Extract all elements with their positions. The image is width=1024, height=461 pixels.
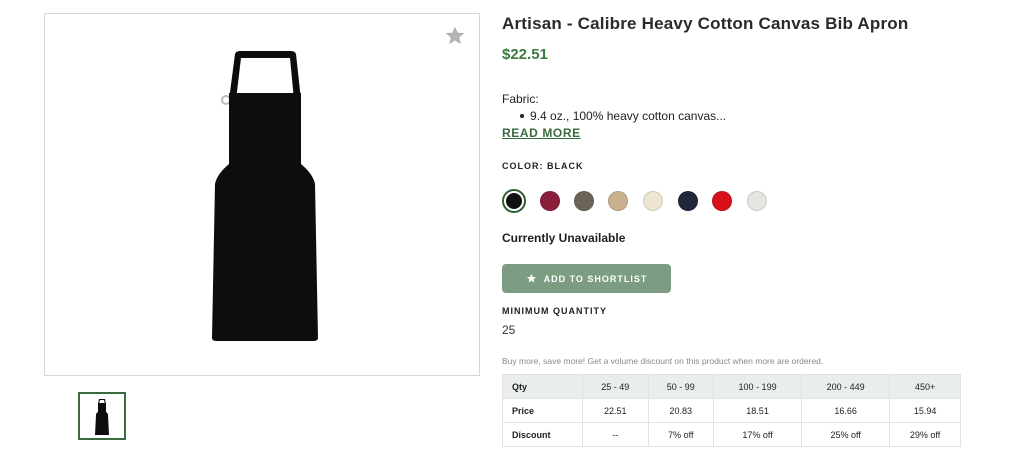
product-main-image[interactable]	[44, 13, 480, 376]
minimum-quantity-value: 25	[502, 323, 516, 337]
table-row-qty: Qty 25 - 49 50 - 99 100 - 199 200 - 449 …	[502, 374, 961, 399]
fabric-bullet-text: 9.4 oz., 100% heavy cotton canvas...	[530, 109, 727, 123]
table-cell: 29% off	[889, 422, 961, 447]
swatch-navy[interactable]	[678, 191, 698, 211]
table-cell: 22.51	[582, 398, 649, 423]
product-thumbnail[interactable]	[78, 392, 126, 440]
fabric-label: Fabric:	[502, 92, 539, 106]
table-cell: 7% off	[647, 422, 715, 447]
color-label: COLOR: BLACK	[502, 161, 584, 171]
star-icon	[526, 273, 536, 283]
table-cell: Discount	[502, 422, 583, 447]
swatch-red[interactable]	[712, 191, 732, 211]
table-cell: 450+	[889, 374, 961, 399]
table-cell: 200 - 449	[801, 374, 891, 399]
table-cell: 18.51	[713, 398, 803, 423]
apron-image	[212, 51, 318, 341]
table-cell: 100 - 199	[713, 374, 803, 399]
volume-discount-note: Buy more, save more! Get a volume discou…	[502, 356, 824, 366]
table-cell: 17% off	[713, 422, 803, 447]
fabric-bullet: 9.4 oz., 100% heavy cotton canvas...	[520, 109, 726, 123]
table-cell: 20.83	[647, 398, 715, 423]
table-cell: 50 - 99	[647, 374, 715, 399]
table-cell: 16.66	[801, 398, 891, 423]
table-cell: 15.94	[889, 398, 961, 423]
product-title: Artisan - Calibre Heavy Cotton Canvas Bi…	[502, 14, 909, 33]
apron-thumbnail-image	[95, 399, 109, 435]
availability-status: Currently Unavailable	[502, 231, 626, 245]
table-row-discount: Discount -- 7% off 17% off 25% off 29% o…	[502, 422, 961, 447]
volume-pricing-table: Qty 25 - 49 50 - 99 100 - 199 200 - 449 …	[502, 374, 961, 447]
product-price: $22.51	[502, 46, 548, 63]
swatch-natural[interactable]	[643, 191, 663, 211]
read-more-link[interactable]: READ MORE	[502, 126, 581, 140]
shortlist-label: ADD TO SHORTLIST	[543, 273, 648, 284]
swatch-black[interactable]	[502, 189, 526, 213]
table-cell: 25% off	[801, 422, 891, 447]
swatch-light-grey[interactable]	[747, 191, 767, 211]
swatch-grey[interactable]	[574, 191, 594, 211]
table-row-price: Price 22.51 20.83 18.51 16.66 15.94	[502, 398, 961, 423]
table-cell: 25 - 49	[582, 374, 649, 399]
table-cell: Qty	[502, 374, 583, 399]
table-cell: --	[582, 422, 649, 447]
swatch-burgundy[interactable]	[540, 191, 560, 211]
bullet-dot	[520, 113, 524, 118]
table-cell: Price	[502, 398, 583, 423]
minimum-quantity-label: MINIMUM QUANTITY	[502, 306, 607, 316]
swatch-tan[interactable]	[608, 191, 628, 211]
favorite-star-icon[interactable]	[445, 26, 465, 46]
add-to-shortlist-button[interactable]: ADD TO SHORTLIST	[502, 264, 671, 293]
